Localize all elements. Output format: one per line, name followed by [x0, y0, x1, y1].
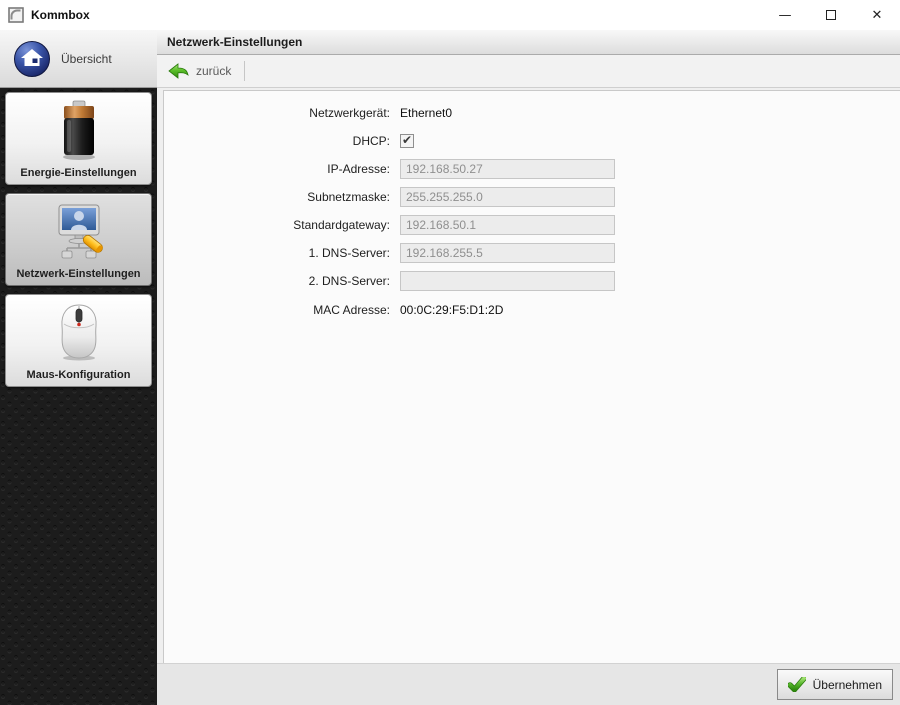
sidebar: Übersicht: [0, 30, 157, 705]
sidebar-item-label: Maus-Konfiguration: [27, 369, 131, 381]
sidebar-item-energy-settings[interactable]: Energie-Einstellungen: [5, 92, 152, 185]
sidebar-item-label: Übersicht: [61, 52, 112, 66]
back-button-label: zurück: [196, 64, 231, 78]
minimize-button[interactable]: —: [762, 0, 808, 30]
form-row: 2. DNS-Server:: [164, 267, 900, 295]
minimize-icon: —: [779, 8, 792, 23]
back-arrow-icon: [168, 63, 189, 79]
ip-address-input: [400, 159, 615, 179]
page-title: Netzwerk-Einstellungen: [167, 35, 302, 49]
sidebar-item-overview[interactable]: Übersicht: [0, 30, 157, 88]
form-row: Subnetzmaske:: [164, 183, 900, 211]
sidebar-item-network-settings[interactable]: Netzwerk-Einstellungen: [5, 193, 152, 286]
form-row: DHCP:: [164, 127, 900, 155]
form-row: Standardgateway:: [164, 211, 900, 239]
sidebar-item-label: Netzwerk-Einstellungen: [16, 268, 140, 280]
back-button[interactable]: zurück: [166, 59, 239, 83]
network-device-value: Ethernet0: [400, 106, 452, 120]
close-button[interactable]: ✕: [854, 0, 900, 30]
field-label: 2. DNS-Server:: [164, 274, 390, 288]
dhcp-checkbox[interactable]: [400, 134, 414, 148]
app-logo-icon: [8, 7, 24, 23]
panel-header: Netzwerk-Einstellungen: [157, 30, 900, 55]
apply-button[interactable]: Übernehmen: [777, 669, 893, 700]
form-row: MAC Adresse: 00:0C:29:F5:D1:2D: [164, 295, 900, 325]
footer-bar: Übernehmen: [157, 663, 900, 705]
mouse-icon: [51, 302, 107, 362]
main-panel: Netzwerk-Einstellungen zurück: [157, 30, 900, 705]
maximize-icon: [826, 10, 836, 20]
form-row: 1. DNS-Server:: [164, 239, 900, 267]
window-title: Kommbox: [31, 8, 90, 22]
field-label: Netzwerkgerät:: [164, 106, 390, 120]
apply-button-label: Übernehmen: [813, 678, 882, 692]
field-label: Subnetzmaske:: [164, 190, 390, 204]
close-icon: ✕: [872, 8, 883, 23]
dns2-input: [400, 271, 615, 291]
dns1-input: [400, 243, 615, 263]
mac-address-value: 00:0C:29:F5:D1:2D: [400, 303, 503, 317]
field-label: DHCP:: [164, 134, 390, 148]
form-row: Netzwerkgerät: Ethernet0: [164, 99, 900, 127]
network-icon: [49, 201, 109, 261]
toolbar-separator: [244, 61, 245, 81]
field-label: IP-Adresse:: [164, 162, 390, 176]
sidebar-item-label: Energie-Einstellungen: [20, 167, 136, 179]
subnet-mask-input: [400, 187, 615, 207]
field-label: 1. DNS-Server:: [164, 246, 390, 260]
content-wrapper: Netzwerkgerät: Ethernet0 DHCP: IP-Adress…: [157, 88, 900, 663]
battery-icon: [57, 99, 101, 161]
app-window: Kommbox — ✕ Übersicht: [0, 0, 900, 705]
checkmark-icon: [788, 677, 806, 692]
home-icon: [13, 40, 51, 78]
form-row: IP-Adresse:: [164, 155, 900, 183]
default-gateway-input: [400, 215, 615, 235]
title-bar: Kommbox — ✕: [0, 0, 900, 30]
sidebar-cards: Energie-Einstellungen: [0, 88, 157, 391]
sidebar-item-mouse-configuration[interactable]: Maus-Konfiguration: [5, 294, 152, 387]
maximize-button[interactable]: [808, 0, 854, 30]
field-label: MAC Adresse:: [164, 303, 390, 317]
network-settings-form: Netzwerkgerät: Ethernet0 DHCP: IP-Adress…: [163, 90, 900, 663]
field-label: Standardgateway:: [164, 218, 390, 232]
toolbar: zurück: [157, 55, 900, 88]
